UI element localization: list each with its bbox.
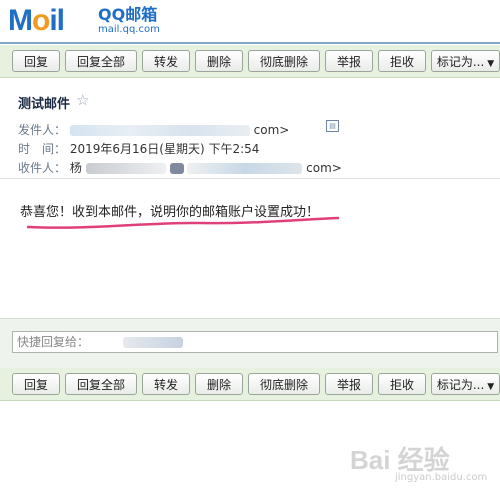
recipient-label: 收件人： xyxy=(18,161,67,175)
reject-button-bottom[interactable]: 拒收 xyxy=(378,373,426,395)
sender-address-suffix: com> xyxy=(253,123,290,137)
permanent-delete-button-bottom[interactable]: 彻底删除 xyxy=(248,373,320,395)
baidu-watermark-url: jingyan.baidu.com xyxy=(395,472,488,483)
recipient-address-redacted xyxy=(187,163,303,174)
reply-button[interactable]: 回复 xyxy=(12,50,60,72)
forward-button[interactable]: 转发 xyxy=(142,50,190,72)
header: Moil QQ邮箱 mail.qq.com xyxy=(0,0,500,42)
logo-domain: mail.qq.com xyxy=(98,24,160,35)
mark-as-dropdown-bottom[interactable]: 标记为... ▼ xyxy=(431,373,500,395)
forward-button-bottom[interactable]: 转发 xyxy=(142,373,190,395)
quick-reply-input[interactable]: 快捷回复给： xyxy=(12,331,498,353)
mark-as-label: 标记为... xyxy=(436,55,485,69)
recipient-name-redacted xyxy=(85,163,166,174)
time-value: 2019年6月16日(星期天) 下午2:54 xyxy=(69,142,260,156)
mark-as-label-bottom: 标记为... xyxy=(436,378,485,392)
permanent-delete-button[interactable]: 彻底删除 xyxy=(248,50,320,72)
recipient-row: 收件人： 杨 com> xyxy=(18,159,342,176)
highlight-underline xyxy=(26,216,340,229)
time-label: 时 间： xyxy=(18,142,67,156)
reply-button-bottom[interactable]: 回复 xyxy=(12,373,60,395)
quick-reply-area: 快捷回复给： xyxy=(0,318,500,369)
sender-row: 发件人： com> xyxy=(18,121,289,138)
reply-all-button[interactable]: 回复全部 xyxy=(65,50,137,72)
recipient-name-prefix: 杨 xyxy=(69,161,82,175)
star-outline-icon[interactable]: ☆ xyxy=(76,91,89,109)
chevron-down-icon: ▼ xyxy=(487,59,495,69)
time-row: 时 间： 2019年6月16日(星期天) 下午2:54 xyxy=(18,140,259,157)
email-subject: 测试邮件 xyxy=(18,97,71,112)
contact-card-icon[interactable]: ▤ xyxy=(326,120,339,132)
recipient-address-suffix: com> xyxy=(306,161,342,175)
logo-text: QQ邮箱 mail.qq.com xyxy=(98,6,160,36)
header-body-divider xyxy=(0,178,500,179)
header-divider xyxy=(0,42,500,44)
toolbar-top: 回复 回复全部 转发 删除 彻底删除 举报 拒收 标记为... ▼ xyxy=(0,45,500,78)
report-button-bottom[interactable]: 举报 xyxy=(325,373,373,395)
quick-reply-recipient-redacted xyxy=(122,337,183,348)
delete-button[interactable]: 删除 xyxy=(195,50,243,72)
delete-button-bottom[interactable]: 删除 xyxy=(195,373,243,395)
toolbar-bottom: 回复 回复全部 转发 删除 彻底删除 举报 拒收 标记为... ▼ xyxy=(0,368,500,401)
logo-brand: QQ邮箱 xyxy=(98,5,158,24)
sender-label: 发件人： xyxy=(18,123,67,137)
qqmail-logo[interactable]: Moil xyxy=(8,4,65,38)
reject-button[interactable]: 拒收 xyxy=(378,50,426,72)
mark-as-dropdown[interactable]: 标记为... ▼ xyxy=(431,50,500,72)
reply-all-button-bottom[interactable]: 回复全部 xyxy=(65,373,137,395)
recipient-redacted-block xyxy=(169,163,184,174)
report-button[interactable]: 举报 xyxy=(325,50,373,72)
chevron-down-icon: ▼ xyxy=(487,382,495,392)
sender-address-redacted xyxy=(69,125,250,136)
quick-reply-label: 快捷回复给： xyxy=(17,335,90,349)
